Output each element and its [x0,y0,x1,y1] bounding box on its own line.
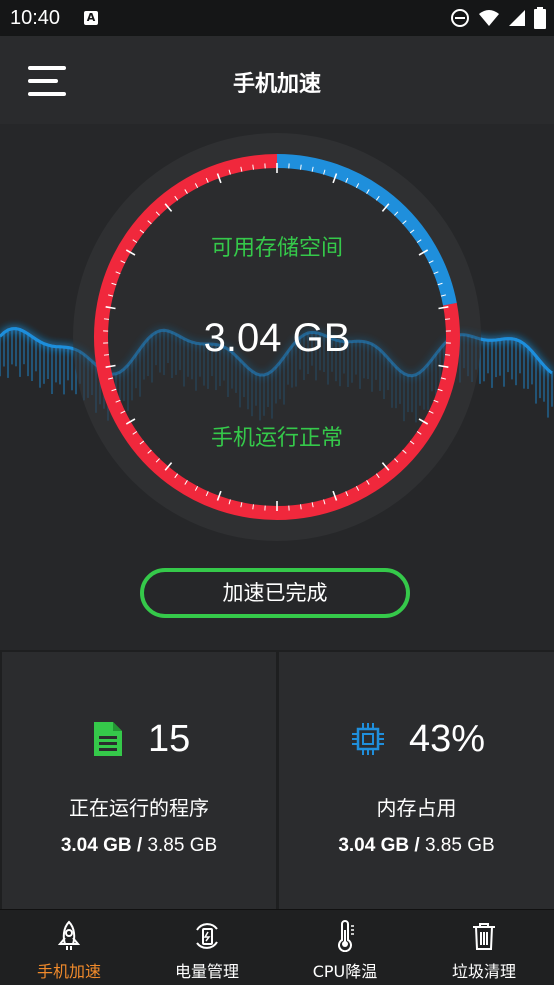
memory-usage-detail: 3.04 GB / 3.85 GB [279,835,554,857]
signal-icon [508,8,526,28]
trash-icon [468,920,500,952]
status-time: 10:40 [10,7,60,30]
stats-section: 15 正在运行的程序 3.04 GB / 3.85 GB 43% 内存占用 3.… [0,650,554,909]
page-title: 手机加速 [0,66,554,98]
running-program-count: 15 [148,718,190,761]
tab-phone-boost[interactable]: 手机加速 [0,910,138,985]
memory-used: 3.04 GB [338,835,409,856]
status-icons [450,7,546,29]
tab-junk-clean[interactable]: 垃圾清理 [414,910,554,985]
tab-cpu-cooling[interactable]: CPU降温 [276,910,414,985]
memory-usage-card[interactable]: 43% 内存占用 3.04 GB / 3.85 GB [279,652,554,909]
gauge-tick [301,165,302,170]
document-icon [94,722,122,756]
gauge-tick [253,165,254,170]
gauge-tick [301,504,302,509]
dnd-icon [450,8,470,28]
memory-used: 3.04 GB [61,835,132,856]
gauge-tick [253,504,254,509]
memory-total: 3.85 GB [147,835,217,856]
thermometer-icon [329,920,361,952]
cpu-chip-icon [351,722,385,756]
tab-label: CPU降温 [276,958,414,982]
running-programs-card[interactable]: 15 正在运行的程序 3.04 GB / 3.85 GB [2,652,276,909]
app-bar: 手机加速 [0,36,554,124]
gauge-top-label: 可用存储空间 [0,230,554,262]
bottom-tab-bar: 手机加速 电量管理 CPU降温 垃圾清理 [0,909,554,985]
running-programs-label: 正在运行的程序 [2,792,276,821]
rocket-icon [53,920,85,952]
memory-separator: / [132,835,148,856]
gauge-panel: 可用存储空间 3.04 GB 手机运行正常 加速已完成 [0,124,554,650]
memory-separator: / [409,835,425,856]
memory-usage-label: 内存占用 [279,792,554,821]
program-memory: 3.04 GB / 3.85 GB [2,835,276,857]
battery-refresh-icon [191,920,223,952]
battery-icon [534,7,546,29]
wifi-icon [478,8,500,28]
gauge-status-label: 手机运行正常 [0,420,554,452]
boost-complete-button[interactable]: 加速已完成 [140,568,410,618]
tab-label: 垃圾清理 [414,958,554,982]
status-bar: 10:40 A [0,0,554,36]
memory-total: 3.85 GB [425,835,495,856]
memory-percent: 43% [409,718,485,761]
notification-icon: A [84,11,98,25]
tab-battery-management[interactable]: 电量管理 [138,910,276,985]
tab-label: 手机加速 [0,958,138,982]
storage-value: 3.04 GB [0,316,554,361]
tab-label: 电量管理 [138,958,276,982]
